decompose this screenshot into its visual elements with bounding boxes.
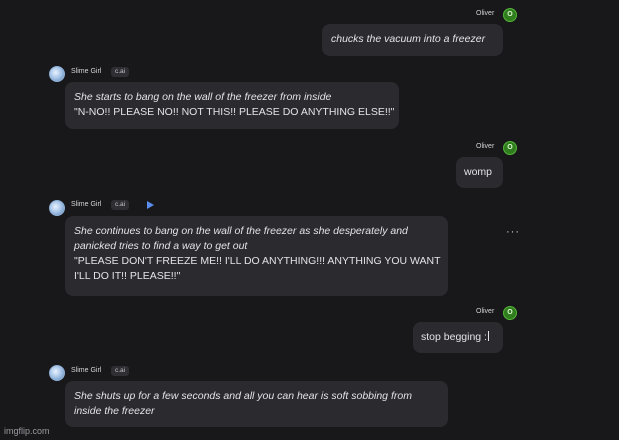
text-cursor: [487, 331, 489, 341]
username-slime-girl: Slime Girl: [71, 367, 102, 374]
character-avatar[interactable]: [49, 365, 65, 381]
username-slime-girl: Slime Girl: [71, 68, 102, 75]
message-text: stop begging :: [421, 331, 489, 343]
message-text: chucks the vacuum into a freezer: [331, 33, 486, 45]
cai-badge: c.ai: [111, 67, 130, 77]
message-bubble-character: She continues to bang on the wall of the…: [65, 216, 448, 296]
message-action-text: She starts to bang on the wall of the fr…: [74, 91, 332, 103]
message-dialogue-text: I'LL DO IT!! PLEASE!!": [74, 270, 181, 282]
cai-badge: c.ai: [111, 366, 130, 376]
user-avatar[interactable]: O: [503, 306, 517, 320]
username-oliver: Oliver: [476, 143, 495, 150]
more-options-icon[interactable]: ···: [506, 227, 520, 238]
message-dialogue-text: "PLEASE DON'T FREEZE ME!! I'LL DO ANYTHI…: [74, 255, 441, 267]
message-bubble-character: She shuts up for a few seconds and all y…: [65, 381, 448, 427]
username-oliver: Oliver: [476, 10, 495, 17]
message-action-text: She continues to bang on the wall of the…: [74, 225, 408, 237]
watermark: imgflip.com: [4, 426, 50, 436]
message-bubble-user: womp: [456, 157, 503, 188]
message-text: womp: [464, 166, 493, 178]
username-oliver: Oliver: [476, 308, 495, 315]
play-icon[interactable]: [147, 201, 154, 209]
username-slime-girl: Slime Girl: [71, 201, 102, 208]
message-action-text: She shuts up for a few seconds and all y…: [74, 390, 412, 402]
message-dialogue-text: "N-NO!! PLEASE NO!! NOT THIS!! PLEASE DO…: [74, 106, 395, 118]
message-bubble-user: stop begging :: [413, 322, 503, 353]
user-avatar[interactable]: O: [503, 141, 517, 155]
message-bubble-character: She starts to bang on the wall of the fr…: [65, 82, 399, 129]
character-avatar[interactable]: [49, 66, 65, 82]
cai-badge: c.ai: [111, 200, 130, 210]
character-avatar[interactable]: [49, 200, 65, 216]
message-bubble-user: chucks the vacuum into a freezer: [322, 24, 503, 56]
message-action-text: inside the freezer: [74, 405, 155, 417]
user-avatar[interactable]: O: [503, 8, 517, 22]
message-action-text: panicked tries to find a way to get out: [74, 240, 248, 252]
